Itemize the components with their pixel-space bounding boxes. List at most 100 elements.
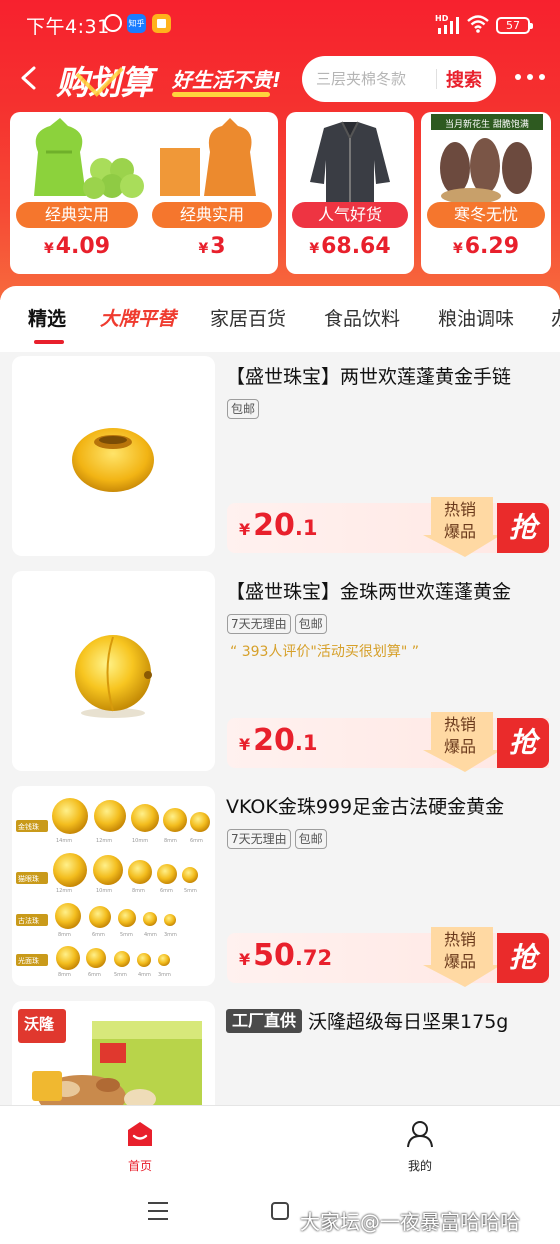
zhihu-app-icon: 知乎 xyxy=(127,14,146,33)
promo-price: ¥6.29 xyxy=(452,234,520,259)
price-bar: ¥50.72 热销 爆品 抢 xyxy=(227,927,549,987)
bead-type-label: 猫眼珠 xyxy=(18,875,39,883)
search-bar[interactable]: 三层夹棉冬款 搜索 xyxy=(302,56,496,102)
product-badges: 7天无理由 包邮 xyxy=(227,613,331,634)
product-price: ¥50.72 xyxy=(239,938,333,973)
promo-tag: 人气好货 xyxy=(292,202,408,228)
product-image[interactable] xyxy=(12,571,215,771)
menu-icon[interactable] xyxy=(148,1202,168,1220)
svg-text:8mm: 8mm xyxy=(164,838,177,844)
product-card[interactable]: 沃隆 工厂直供 沃隆超级每日坚果175g xyxy=(0,997,560,1108)
hot-sale-badge: 热销 爆品 xyxy=(423,925,501,987)
svg-text:5mm: 5mm xyxy=(120,932,133,938)
badge-free-shipping: 包邮 xyxy=(227,399,260,419)
grab-button[interactable]: 抢 xyxy=(497,933,549,983)
wifi-icon xyxy=(467,15,489,33)
product-list: 【盛世珠宝】两世欢莲蓬黄金手链 包邮 ¥20.1 热销 爆品 抢 【盛世珠宝】金… xyxy=(0,352,560,1108)
tab-office[interactable]: 办 xyxy=(551,304,560,331)
tab-grain-oil[interactable]: 粮油调味 xyxy=(438,304,514,331)
peanut-caption: 当月新花生 甜脆饱满 xyxy=(445,120,529,130)
more-options-icon[interactable] xyxy=(515,70,545,84)
svg-text:5mm: 5mm xyxy=(114,972,127,978)
promo-card-3[interactable]: 当月新花生 甜脆饱满 寒冬无忧 ¥6.29 xyxy=(421,112,551,274)
promo-price: ¥68.64 xyxy=(309,234,391,259)
nav-profile[interactable]: 我的 xyxy=(380,1120,460,1174)
search-placeholder[interactable]: 三层夹棉冬款 xyxy=(316,68,406,89)
watermark: 大家坛@一夜暴富哈哈哈 xyxy=(300,1210,520,1234)
nav-home-label: 首页 xyxy=(127,1159,152,1173)
product-image[interactable]: 沃隆 xyxy=(12,1001,215,1108)
badge-free-shipping: 包邮 xyxy=(294,614,327,634)
bottom-nav: 首页 我的 xyxy=(0,1105,560,1181)
product-title[interactable]: 工厂直供 沃隆超级每日坚果175g xyxy=(226,1007,508,1034)
svg-text:14mm: 14mm xyxy=(56,838,72,844)
garbage-bags-image xyxy=(34,118,256,199)
svg-text:3mm: 3mm xyxy=(164,932,177,938)
back-arrow-icon[interactable] xyxy=(14,62,44,94)
hot-sale-text: 热销 爆品 xyxy=(443,500,476,541)
category-tabs: 精选 大牌平替 家居百货 食品饮料 粮油调味 办 xyxy=(0,286,560,352)
product-badges: 包邮 xyxy=(227,398,263,419)
badge-7-day-return: 7天无理由 xyxy=(227,614,291,634)
promo-card-1[interactable]: 经典实用 经典实用 ¥4.09 ¥3 xyxy=(10,112,278,274)
alarm-icon xyxy=(104,14,122,32)
product-card[interactable]: 【盛世珠宝】两世欢莲蓬黄金手链 包邮 ¥20.1 热销 爆品 抢 xyxy=(0,352,560,557)
product-title[interactable]: 【盛世珠宝】两世欢莲蓬黄金手链 xyxy=(226,362,511,389)
nav-profile-label: 我的 xyxy=(407,1159,432,1173)
top-nav: 购划算 好生活不贵! 三层夹棉冬款 搜索 xyxy=(0,52,560,104)
hot-sale-text: 热销 爆品 xyxy=(443,930,476,971)
tab-featured[interactable]: 精选 xyxy=(28,304,66,331)
svg-text:6mm: 6mm xyxy=(190,838,203,844)
svg-text:6mm: 6mm xyxy=(92,932,105,938)
review-snippet: “ 393人评价"活动买很划算" ” xyxy=(230,644,420,660)
svg-text:8mm: 8mm xyxy=(132,888,145,894)
bead-type-label: 光面珠 xyxy=(18,957,39,965)
system-nav-bar: 大家坛@一夜暴富哈哈哈 xyxy=(0,1182,560,1244)
gold-bead-ball-image xyxy=(75,635,152,718)
product-image[interactable]: 14mm 12mm 10mm 8mm 6mm 12mm 10mm 8mm 6mm 5mm 8mm… xyxy=(12,786,215,986)
promo-tag: 寒冬无忧 xyxy=(427,202,545,228)
product-card[interactable]: 【盛世珠宝】金珠两世欢莲蓬黄金 7天无理由 包邮 “ 393人评价"活动买很划算"… xyxy=(0,567,560,772)
status-time: 下午4:31 xyxy=(26,16,110,38)
notification-app-icon xyxy=(152,14,171,33)
hot-sale-text: 热销 爆品 xyxy=(443,715,476,756)
product-image[interactable] xyxy=(12,356,215,556)
svg-text:6mm: 6mm xyxy=(88,972,101,978)
active-tab-indicator xyxy=(34,340,64,344)
slogan-underline xyxy=(172,92,270,97)
brand-logo-text: 沃隆 xyxy=(24,1015,55,1033)
grab-button[interactable]: 抢 xyxy=(497,503,549,553)
factory-direct-tag: 工厂直供 xyxy=(226,1009,303,1033)
product-card[interactable]: 14mm 12mm 10mm 8mm 6mm 12mm 10mm 8mm 6mm 5mm 8mm… xyxy=(0,782,560,987)
promo-card-2[interactable]: 人气好货 ¥68.64 xyxy=(286,112,414,274)
grab-button[interactable]: 抢 xyxy=(497,718,549,768)
promo-tag: 经典实用 xyxy=(152,202,272,228)
nav-home[interactable]: 首页 xyxy=(100,1120,180,1174)
bead-type-label: 古法珠 xyxy=(18,917,39,925)
status-bar: 下午4:31 知乎 HD 57 xyxy=(0,0,560,52)
promo-row: 经典实用 经典实用 ¥4.09 ¥3 人气好货 ¥68.64 当月新花生 甜脆饱… xyxy=(0,112,560,276)
svg-text:8mm: 8mm xyxy=(58,972,71,978)
search-divider xyxy=(436,69,437,89)
search-button[interactable]: 搜索 xyxy=(446,66,482,92)
svg-text:12mm: 12mm xyxy=(56,888,72,894)
user-icon xyxy=(407,1121,433,1148)
svg-text:6mm: 6mm xyxy=(160,888,173,894)
svg-text:12mm: 12mm xyxy=(96,838,112,844)
product-badges: 7天无理由 包邮 xyxy=(227,828,331,849)
hot-sale-badge: 热销 爆品 xyxy=(423,495,501,557)
home-button-icon[interactable] xyxy=(271,1202,289,1220)
svg-text:8mm: 8mm xyxy=(58,932,71,938)
tab-home-goods[interactable]: 家居百货 xyxy=(210,304,286,331)
tab-food-drinks[interactable]: 食品饮料 xyxy=(324,304,400,331)
product-title[interactable]: 【盛世珠宝】金珠两世欢莲蓬黄金 xyxy=(226,577,511,604)
tab-brand-alternatives[interactable]: 大牌平替 xyxy=(100,304,176,331)
slogan: 好生活不贵! xyxy=(172,68,282,92)
gold-bead-ring-image xyxy=(72,428,154,492)
badge-7-day-return: 7天无理由 xyxy=(227,829,291,849)
svg-text:4mm: 4mm xyxy=(144,932,157,938)
promo-tag: 经典实用 xyxy=(16,202,138,228)
app-logo: 购划算 xyxy=(56,56,153,104)
product-title[interactable]: VKOK金珠999足金古法硬金黄金 xyxy=(226,792,504,819)
bead-type-label: 金钱珠 xyxy=(18,823,39,831)
